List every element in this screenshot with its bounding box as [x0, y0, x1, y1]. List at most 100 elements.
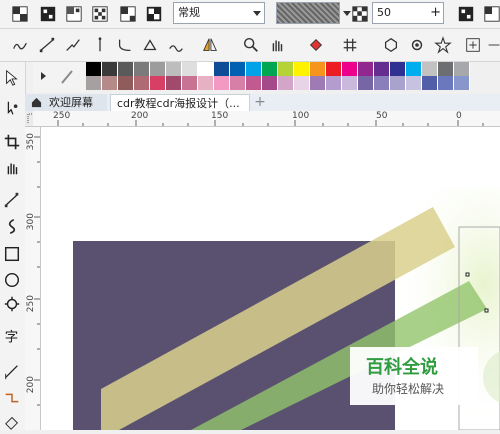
- checker-icon[interactable]: [482, 4, 500, 24]
- color-swatch[interactable]: [454, 76, 470, 90]
- style-select[interactable]: 常规: [173, 2, 265, 24]
- color-swatch[interactable]: [294, 76, 310, 90]
- connector-tool-icon[interactable]: [2, 388, 22, 408]
- color-swatch[interactable]: [406, 76, 422, 90]
- rectangle-tool-icon[interactable]: [2, 244, 22, 264]
- mirror-icon[interactable]: [200, 35, 220, 55]
- zoom-icon[interactable]: [241, 35, 261, 55]
- plus-icon[interactable]: +: [430, 3, 441, 23]
- color-swatch[interactable]: [118, 76, 134, 90]
- color-swatch[interactable]: [246, 62, 262, 76]
- color-swatch[interactable]: [374, 62, 390, 76]
- vertical-ruler[interactable]: 350 300 250 200: [25, 127, 41, 430]
- polyline-icon[interactable]: [63, 35, 83, 55]
- color-swatch[interactable]: [422, 76, 438, 90]
- color-swatch[interactable]: [198, 62, 214, 76]
- pick-tool-icon[interactable]: [2, 68, 22, 88]
- color-swatch[interactable]: [230, 62, 246, 76]
- polygon-tool-icon[interactable]: [2, 294, 22, 314]
- checker-pattern-icon[interactable]: [118, 4, 138, 24]
- color-swatch[interactable]: [262, 76, 278, 90]
- add-icon[interactable]: [463, 35, 483, 55]
- color-swatch[interactable]: [342, 76, 358, 90]
- palette-arrow-icon[interactable]: [41, 72, 46, 80]
- color-swatch[interactable]: [118, 62, 134, 76]
- color-swatch[interactable]: [134, 76, 150, 90]
- checker-icon[interactable]: [10, 4, 30, 24]
- color-swatch[interactable]: [214, 62, 230, 76]
- color-swatch[interactable]: [182, 62, 198, 76]
- color-swatch[interactable]: [198, 76, 214, 90]
- color-swatch[interactable]: [150, 76, 166, 90]
- pan-icon[interactable]: [267, 35, 287, 55]
- freehand-tool-icon[interactable]: [2, 190, 22, 210]
- color-swatch[interactable]: [230, 76, 246, 90]
- freehand-icon[interactable]: [10, 35, 30, 55]
- checker-fill-icon[interactable]: [38, 4, 58, 24]
- line-icon[interactable]: [37, 35, 57, 55]
- color-swatch[interactable]: [358, 76, 374, 90]
- color-swatch[interactable]: [326, 62, 342, 76]
- color-swatch[interactable]: [278, 76, 294, 90]
- color-swatch[interactable]: [150, 62, 166, 76]
- text-tool-icon[interactable]: 字: [2, 326, 22, 346]
- add-tab-button[interactable]: +: [253, 94, 267, 111]
- checker-fill-icon[interactable]: [456, 4, 476, 24]
- pan-tool-icon[interactable]: [2, 158, 22, 178]
- color-swatch[interactable]: [390, 62, 406, 76]
- eyedropper-icon[interactable]: [59, 68, 75, 86]
- ellipse-tool-icon[interactable]: [2, 270, 22, 290]
- grid-icon[interactable]: [340, 35, 360, 55]
- color-swatch[interactable]: [166, 76, 182, 90]
- color-swatch[interactable]: [86, 62, 102, 76]
- color-swatch[interactable]: [374, 76, 390, 90]
- pattern-select[interactable]: [276, 2, 351, 24]
- pen-icon[interactable]: [90, 35, 110, 55]
- color-swatch[interactable]: [134, 62, 150, 76]
- more-icon[interactable]: [484, 35, 500, 55]
- color-swatch[interactable]: [358, 62, 374, 76]
- transparency-value-input[interactable]: 50 +: [372, 2, 444, 24]
- cog-icon[interactable]: [407, 35, 427, 55]
- color-swatch[interactable]: [214, 76, 230, 90]
- color-swatch[interactable]: [310, 62, 326, 76]
- color-swatch[interactable]: [102, 62, 118, 76]
- transparency-icon[interactable]: [350, 4, 370, 24]
- shape-icon[interactable]: [140, 35, 160, 55]
- checker-dots-icon[interactable]: [64, 4, 84, 24]
- tab-welcome[interactable]: 欢迎屏幕: [25, 94, 107, 111]
- fill-icon[interactable]: [306, 35, 326, 55]
- star-icon[interactable]: [433, 35, 453, 55]
- artistic-media-icon[interactable]: [166, 35, 186, 55]
- checker-gradient-icon[interactable]: [90, 4, 110, 24]
- color-swatch[interactable]: [246, 76, 262, 90]
- color-swatch[interactable]: [438, 76, 454, 90]
- artistic-tool-icon[interactable]: [2, 216, 22, 236]
- color-swatch[interactable]: [342, 62, 358, 76]
- color-swatch[interactable]: [294, 62, 310, 76]
- color-swatch[interactable]: [86, 76, 102, 90]
- color-swatch[interactable]: [278, 62, 294, 76]
- color-swatch[interactable]: [438, 62, 454, 76]
- checker-alt-icon[interactable]: [144, 4, 164, 24]
- tab-document[interactable]: cdr教程cdr海报设计（...: [110, 94, 250, 111]
- eraser-tool-icon[interactable]: [2, 412, 22, 432]
- color-swatch[interactable]: [390, 76, 406, 90]
- color-swatch[interactable]: [310, 76, 326, 90]
- selection-handle[interactable]: [484, 308, 489, 313]
- dimension-tool-icon[interactable]: [2, 362, 22, 382]
- color-swatch[interactable]: [262, 62, 278, 76]
- color-swatch[interactable]: [102, 76, 118, 90]
- crop-tool-icon[interactable]: [2, 132, 22, 152]
- bezier-icon[interactable]: [115, 35, 135, 55]
- hexagon-icon[interactable]: [381, 35, 401, 55]
- color-swatch[interactable]: [406, 62, 422, 76]
- color-swatch[interactable]: [166, 62, 182, 76]
- shape-tool-icon[interactable]: [2, 98, 22, 118]
- selection-handle[interactable]: [465, 272, 470, 277]
- horizontal-ruler[interactable]: 250 200 150 100 50 0: [33, 111, 500, 127]
- color-swatch[interactable]: [182, 76, 198, 90]
- color-swatch[interactable]: [454, 62, 470, 76]
- color-swatch[interactable]: [326, 76, 342, 90]
- color-swatch[interactable]: [422, 62, 438, 76]
